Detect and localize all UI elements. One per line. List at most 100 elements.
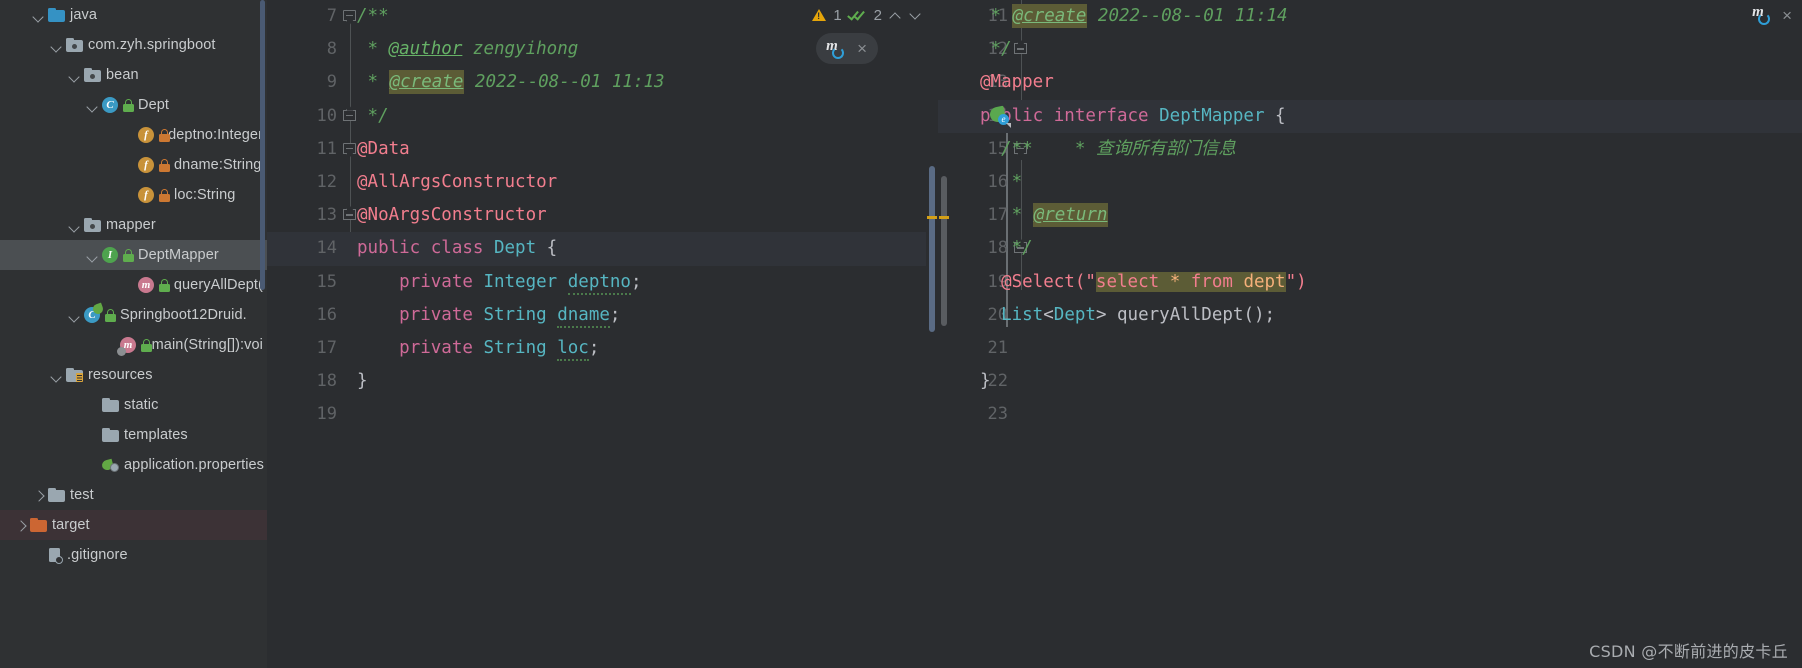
code-line-18[interactable]: 18 */: [938, 232, 1802, 265]
chevron-up-icon[interactable]: [889, 9, 902, 22]
tree-item-dname-string[interactable]: f dname:String: [0, 150, 267, 180]
chevron-down-icon[interactable]: [909, 9, 922, 22]
chevron-down-icon[interactable]: [68, 219, 81, 232]
chevron-right-icon[interactable]: [14, 519, 27, 532]
folder-orange-icon: [30, 518, 47, 532]
code-line-13[interactable]: 13 @Mapper: [938, 66, 1802, 99]
tree-item-java[interactable]: java: [0, 0, 267, 30]
inspection-widget[interactable]: 1 2: [812, 0, 922, 30]
main-method-icon: m: [117, 337, 136, 356]
tree-item-static[interactable]: static: [0, 390, 267, 420]
code-line-12[interactable]: 12 */: [938, 33, 1802, 66]
chevron-down-icon[interactable]: [32, 9, 45, 22]
editor-left-scroll-thumb[interactable]: [929, 166, 935, 332]
chevron-down-icon[interactable]: [68, 309, 81, 322]
tree-item-label: DeptMapper: [138, 247, 219, 263]
line-number: 8: [326, 39, 337, 60]
code-line-19[interactable]: 19 @Select("select * from dept"): [938, 266, 1802, 299]
tree-item-deptno-integer[interactable]: f deptno:Integer: [0, 120, 267, 150]
mybatis-badge-close-icon[interactable]: ×: [857, 40, 867, 57]
code-line-15[interactable]: 15 private Integer deptno;: [267, 266, 938, 299]
code-text: */: [980, 238, 1033, 259]
sidebar-scrollbar[interactable]: [260, 0, 265, 290]
code-line-20[interactable]: 20 List<Dept> queryAllDept();: [938, 299, 1802, 332]
tree-item-queryalldept[interactable]: m queryAllDept(: [0, 270, 267, 300]
mybatis-badge-right-close-icon[interactable]: ×: [1782, 7, 1792, 24]
mybatis-badge-left[interactable]: m ×: [816, 33, 878, 64]
code-text: */: [980, 39, 1012, 60]
fold-collapse-icon[interactable]: [1014, 39, 1028, 57]
line-number: 17: [316, 338, 337, 358]
tree-item-loc-string[interactable]: f loc:String: [0, 180, 267, 210]
line-number: 16: [316, 304, 337, 325]
tree-item-label: test: [70, 487, 94, 503]
chevron-down-icon[interactable]: [50, 369, 63, 382]
code-line-21[interactable]: 21: [938, 332, 1802, 365]
line-number: 11: [316, 138, 337, 159]
code-line-11[interactable]: 11 * @create 2022--08--01 11:14: [938, 0, 1802, 33]
code-line-16[interactable]: 16 private String dname;: [267, 299, 938, 332]
tree-item-bean[interactable]: bean: [0, 60, 267, 90]
lock-orange-icon: [159, 188, 170, 202]
fold-expand-icon[interactable]: [343, 142, 357, 158]
tree-item-springboot12druid[interactable]: C Springboot12Druid.: [0, 300, 267, 330]
code-line-10[interactable]: 10 */: [267, 100, 938, 133]
line-number: 10: [316, 105, 337, 126]
ok-count: 2: [873, 6, 882, 24]
chevron-down-icon[interactable]: [86, 99, 99, 112]
tree-item-main-string-voi[interactable]: m main(String[]):voi: [0, 330, 267, 360]
tree-item-com-zyh-springboot[interactable]: com.zyh.springboot: [0, 30, 267, 60]
chevron-right-icon[interactable]: [32, 489, 45, 502]
project-tree[interactable]: java com.zyh.springboot bean C Dept f deptno:I…: [0, 0, 267, 570]
code-line-19[interactable]: 19: [267, 398, 938, 431]
tree-item-dept[interactable]: C Dept: [0, 90, 267, 120]
tree-item-test[interactable]: test: [0, 480, 267, 510]
code-line-18[interactable]: 18}: [267, 365, 938, 398]
chevron-down-icon[interactable]: [68, 69, 81, 82]
code-line-17[interactable]: 17 * @return: [938, 199, 1802, 232]
tree-item-label: dname:String: [174, 157, 262, 173]
folder-gray-icon: [102, 398, 119, 412]
tree-item-templates[interactable]: templates: [0, 420, 267, 450]
project-tree-panel[interactable]: java com.zyh.springboot bean C Dept f deptno:I…: [0, 0, 267, 668]
code-text: private String loc;: [357, 332, 599, 365]
code-line-14[interactable]: 14 public class Dept {: [267, 232, 938, 266]
code-line-14[interactable]: 14public interface DeptMapper {: [938, 99, 1802, 133]
tree-item-application-properties[interactable]: application.properties: [0, 450, 267, 480]
editor-left-error-stripe[interactable]: [926, 0, 938, 668]
mybatis-mapper-icon[interactable]: e: [988, 105, 1011, 128]
mybatis-badge-right[interactable]: m ×: [1752, 0, 1792, 30]
tree-item-target[interactable]: target: [0, 510, 267, 540]
chevron-down-icon[interactable]: [50, 39, 63, 52]
fold-collapse-icon[interactable]: [343, 105, 357, 124]
method-icon: m: [138, 277, 154, 293]
code-line-12[interactable]: 12 @AllArgsConstructor: [267, 166, 938, 199]
code-line-11[interactable]: 11 @Data: [267, 133, 938, 166]
chevron-down-icon[interactable]: [86, 249, 99, 262]
code-line-16[interactable]: 16 *: [938, 166, 1802, 199]
code-text: *: [980, 172, 1023, 192]
tree-item-deptmapper[interactable]: I DeptMapper: [0, 240, 267, 270]
folder-blue-icon: [48, 8, 65, 22]
code-line-22[interactable]: 22}: [938, 365, 1802, 398]
warning-stripe-mark[interactable]: [927, 216, 937, 219]
tree-item-mapper[interactable]: mapper: [0, 210, 267, 240]
fold-expand-icon[interactable]: [343, 10, 357, 25]
code-line-23[interactable]: 23: [938, 398, 1802, 431]
tree-item-label: bean: [106, 67, 139, 83]
editor-pane-dept[interactable]: 7 /** 8 * @author zengyihong 9 * @create 20…: [267, 0, 938, 668]
code-line-17[interactable]: 17 private String loc;: [267, 332, 938, 365]
tree-item-gitignore[interactable]: .gitignore: [0, 540, 267, 570]
tree-item-resources[interactable]: resources: [0, 360, 267, 390]
line-number: 19: [316, 404, 337, 425]
editor-pane-deptmapper[interactable]: 11 * @create 2022--08--01 11:14 12 */13 @M…: [938, 0, 1802, 668]
code-text: @AllArgsConstructor: [357, 172, 558, 192]
tree-item-label: loc:String: [174, 187, 236, 203]
code-line-15[interactable]: 15 /** * 查询所有部门信息: [938, 133, 1802, 166]
fold-collapse-icon[interactable]: [343, 205, 357, 223]
code-line-9[interactable]: 9 * @create 2022--08--01 11:13: [267, 66, 938, 99]
line-number: 22: [987, 371, 1008, 392]
code-text: * @create 2022--08--01 11:13: [357, 70, 665, 95]
code-line-13[interactable]: 13 @NoArgsConstructor: [267, 199, 938, 232]
